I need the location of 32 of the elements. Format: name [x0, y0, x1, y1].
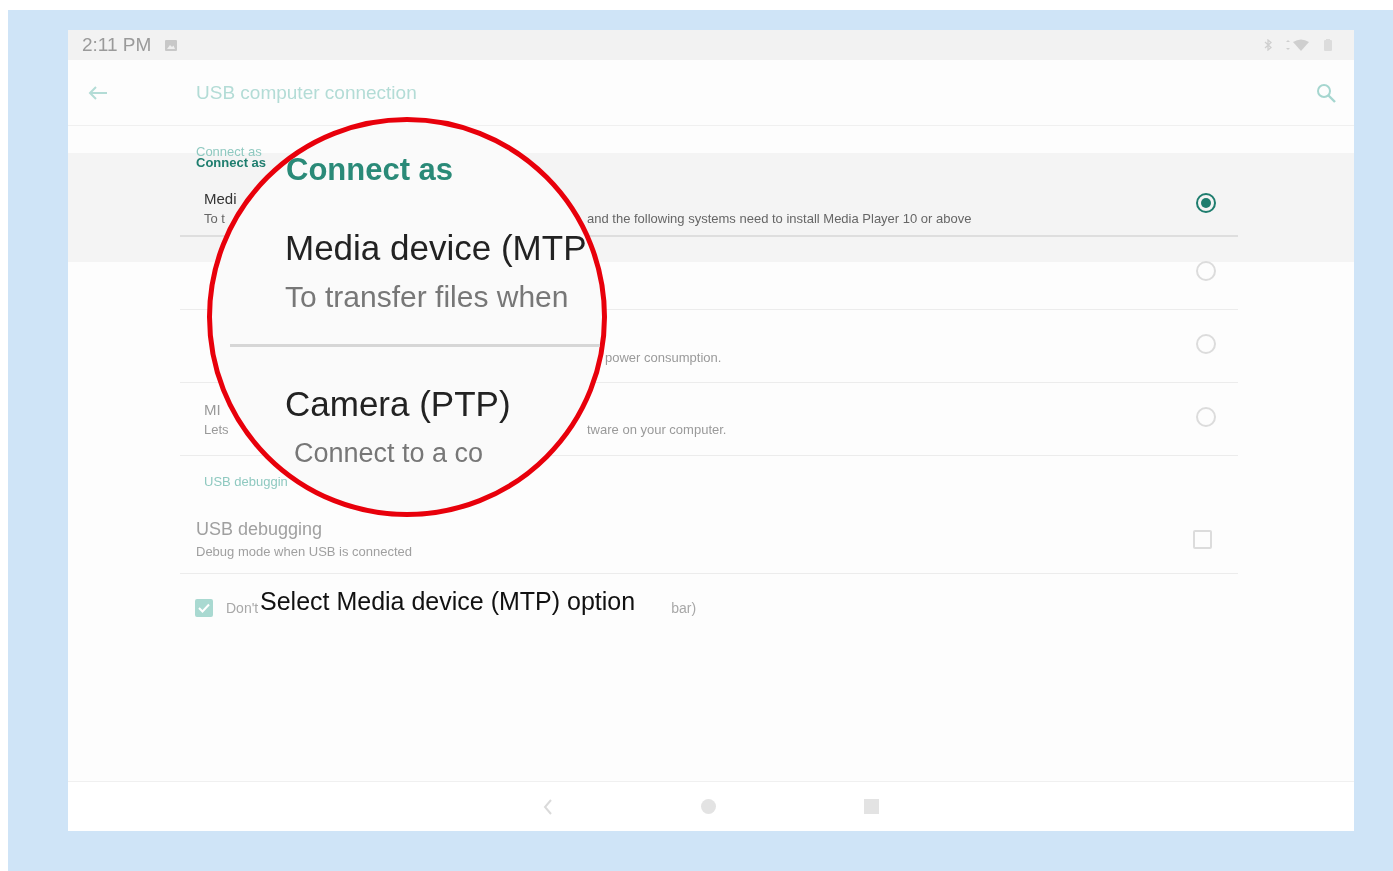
option-title: MI — [204, 401, 221, 418]
status-time: 2:11 PM — [82, 34, 152, 56]
wifi-icon — [1286, 39, 1310, 51]
home-icon[interactable] — [701, 799, 716, 814]
section-header: USB debuggin — [204, 474, 288, 489]
magnified-section-header: Connect as — [286, 152, 454, 188]
back-icon[interactable] — [543, 798, 553, 815]
checkmark-icon — [198, 603, 210, 613]
checkbox[interactable] — [195, 599, 213, 617]
bluetooth-icon — [1264, 39, 1272, 51]
option-title: Medi — [204, 190, 237, 207]
checkbox-label: Don't — [226, 600, 259, 616]
magnified-option-title: Camera (PTP) — [285, 384, 511, 424]
setting-title: USB debugging — [196, 519, 323, 540]
option-description: power consumption. — [605, 350, 722, 366]
magnified-option-title: Media device (MTP — [285, 228, 587, 268]
image-notification-icon — [165, 39, 178, 51]
magnified-option-description: To transfer files when — [285, 280, 569, 314]
recents-icon[interactable] — [864, 799, 879, 814]
option-description: Lets — [204, 422, 229, 438]
screen-title: USB computer connection — [196, 81, 417, 104]
option-description: tware on your computer. — [587, 422, 727, 438]
instruction-caption: Select Media device (MTP) option — [260, 587, 636, 616]
radio-button[interactable] — [1196, 193, 1216, 213]
option-description: and the following systems need to install Media Player 10 or above — [587, 211, 972, 227]
search-icon[interactable] — [1316, 82, 1336, 103]
back-arrow-icon[interactable] — [88, 84, 108, 101]
checkbox[interactable] — [1193, 529, 1212, 549]
option-description: To t — [204, 211, 225, 227]
magnified-option-description: Connect to a co — [294, 438, 484, 469]
setting-description: Debug mode when USB is connected — [196, 544, 413, 559]
checkbox-label: bar) — [671, 600, 697, 616]
